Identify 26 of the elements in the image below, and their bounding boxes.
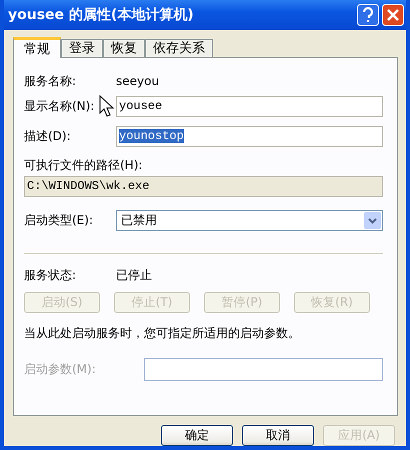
dialog-button[interactable]: 确定: [161, 425, 233, 446]
mouse-cursor-icon: [99, 95, 115, 117]
help-icon[interactable]: [357, 4, 379, 26]
display-name-field[interactable]: yousee: [116, 96, 383, 116]
field-label: 描述(D):: [24, 128, 72, 144]
description-text: younostop: [119, 128, 184, 142]
service-name-value: seeyou: [116, 74, 160, 88]
window-title: yousee 的属性(本地计算机): [8, 6, 195, 24]
field-label: 可执行文件的路径(H):: [24, 156, 142, 174]
service-status-value: 已停止: [116, 266, 152, 284]
field-label: 启动参数(M):: [24, 360, 97, 378]
startup-type-dropdown[interactable]: 已禁用: [116, 210, 383, 230]
close-icon[interactable]: [382, 4, 404, 26]
tab[interactable]: 登录: [61, 39, 103, 57]
path-field: C:\WINDOWS\wk.exe: [24, 176, 383, 196]
tab[interactable]: 依存关系: [145, 39, 213, 57]
field-label: 服务状态:: [24, 266, 78, 284]
field-label: 服务名称:: [24, 72, 78, 90]
tab[interactable]: 恢复: [103, 39, 145, 57]
start-parameters-field[interactable]: [144, 358, 383, 380]
dialog-button[interactable]: 取消: [242, 425, 314, 446]
tab[interactable]: 常规: [13, 37, 61, 58]
field-label: 显示名称(N):: [24, 98, 94, 114]
hint-text: 当从此处启动服务时，您可指定所适用的启动参数。: [24, 324, 300, 342]
description-field[interactable]: younostop: [116, 126, 383, 146]
field-label: 启动类型(E):: [24, 212, 94, 228]
